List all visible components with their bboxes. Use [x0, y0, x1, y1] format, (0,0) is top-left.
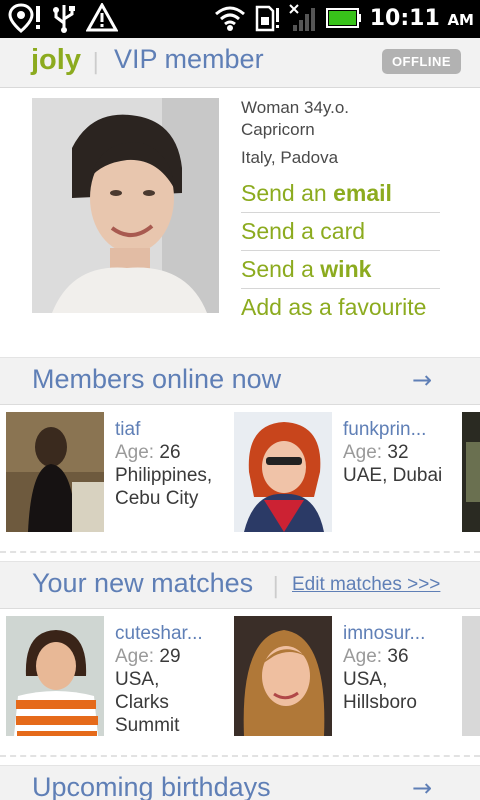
new-matches-title: Your new matches: [32, 568, 254, 598]
member-name[interactable]: cuteshar...: [115, 622, 235, 645]
send-wink-button[interactable]: Send a wink: [241, 251, 440, 289]
next-member-thumb-peek[interactable]: [462, 616, 480, 736]
member-location-line-1: Philippines,: [115, 465, 213, 486]
profile-username: joly: [31, 44, 81, 76]
member-age: 29: [159, 646, 181, 667]
member-info: tiaf Age: 26 Philippines, Cebu City: [115, 418, 235, 510]
status-icons-right: 10:11 AM: [214, 3, 474, 33]
member-avatar[interactable]: [234, 412, 332, 532]
clock-ampm: AM: [447, 10, 474, 29]
profile-photo-image: [32, 98, 219, 313]
membership-label: VIP member: [114, 44, 264, 74]
status-badge: OFFLINE: [382, 49, 461, 74]
new-matches-section-header: Your new matches | Edit matches >>>: [0, 561, 480, 609]
send-wink-bold: wink: [320, 256, 372, 282]
member-age: 36: [387, 646, 409, 667]
member-location-line-2: Hillsboro: [343, 692, 417, 713]
member-location-line-1: UAE, Dubai: [343, 465, 443, 486]
member-info: funkprin... Age: 32 UAE, Dubai: [343, 418, 463, 487]
battery-icon: [325, 8, 361, 28]
header-separator: |: [272, 574, 280, 599]
member-info: cuteshar... Age: 29 USA, Clarks Summit: [115, 622, 235, 737]
edit-matches-link[interactable]: Edit matches >>>: [292, 574, 440, 596]
warning-icon: [86, 3, 118, 32]
profile-info: Woman 34y.o. Capricorn Italy, Padova: [241, 97, 441, 169]
send-email-bold: email: [333, 180, 392, 206]
member-info: imnosur... Age: 36 USA, Hillsboro: [343, 622, 463, 714]
member-location-line-1: USA,: [343, 669, 388, 690]
list-item[interactable]: cuteshar... Age: 29 USA, Clarks Summit: [6, 616, 230, 736]
member-location-line-2: Clarks: [115, 692, 169, 713]
age-label: Age:: [343, 442, 383, 463]
send-wink-prefix: Send a: [241, 256, 321, 282]
members-online-section-header[interactable]: Members online now →: [0, 357, 480, 405]
member-location-line-1: USA,: [115, 669, 160, 690]
upcoming-birthdays-title: Upcoming birthdays: [32, 772, 271, 800]
add-favourite-button[interactable]: Add as a favourite: [241, 289, 440, 327]
member-name[interactable]: funkprin...: [343, 418, 463, 441]
zodiac-sign: Capricorn: [241, 120, 315, 139]
status-bar: 10:11 AM: [0, 0, 480, 38]
member-age: 32: [387, 442, 409, 463]
member-avatar[interactable]: [234, 616, 332, 736]
member-photo-image: [6, 616, 104, 736]
profile-actions: Send an email Send a card Send a wink Ad…: [241, 175, 440, 327]
sd-card-icon: [255, 5, 279, 32]
member-photo-image: [6, 412, 104, 532]
send-email-prefix: Send an: [241, 180, 334, 206]
header-separator: |: [92, 50, 100, 75]
profile-photo[interactable]: [32, 98, 219, 313]
profile-location: Italy, Padova: [241, 148, 339, 167]
wifi-icon: [214, 6, 245, 31]
clock: 10:11 AM: [370, 6, 474, 31]
next-member-thumb-peek[interactable]: [462, 412, 480, 532]
section-divider: [0, 551, 480, 553]
location-pin-icon: [8, 3, 40, 33]
member-location-line-3: Summit: [115, 715, 180, 736]
upcoming-birthdays-section-header[interactable]: Upcoming birthdays →: [0, 765, 480, 800]
list-item[interactable]: tiaf Age: 26 Philippines, Cebu City: [6, 412, 230, 532]
member-name[interactable]: imnosur...: [343, 622, 463, 645]
member-photo-image: [462, 616, 480, 736]
arrow-right-icon[interactable]: →: [412, 774, 432, 800]
age-label: Age:: [343, 646, 383, 667]
age-label: Age:: [115, 442, 155, 463]
clock-time: 10:11: [369, 5, 440, 31]
gender-age: Woman 34y.o.: [241, 98, 350, 117]
list-item[interactable]: imnosur... Age: 36 USA, Hillsboro: [234, 616, 456, 736]
list-item[interactable]: funkprin... Age: 32 UAE, Dubai: [234, 412, 456, 532]
member-photo-image: [234, 412, 332, 532]
arrow-right-icon[interactable]: →: [412, 366, 432, 394]
member-name[interactable]: tiaf: [115, 418, 235, 441]
member-location-line-2: Cebu City: [115, 488, 199, 509]
member-photo-image: [234, 616, 332, 736]
no-signal-icon: [289, 4, 315, 31]
member-avatar[interactable]: [6, 616, 104, 736]
section-divider: [0, 755, 480, 757]
status-icons-left: [8, 3, 118, 33]
send-email-button[interactable]: Send an email: [241, 175, 440, 213]
age-label: Age:: [115, 646, 155, 667]
member-age: 26: [159, 442, 181, 463]
profile-header: joly | VIP member OFFLINE: [0, 38, 480, 88]
send-card-button[interactable]: Send a card: [241, 213, 440, 251]
member-avatar[interactable]: [6, 412, 104, 532]
profile-card: Woman 34y.o. Capricorn Italy, Padova Sen…: [0, 88, 480, 358]
usb-icon: [53, 5, 75, 33]
member-photo-image: [462, 412, 480, 532]
members-online-title: Members online now: [32, 364, 282, 394]
